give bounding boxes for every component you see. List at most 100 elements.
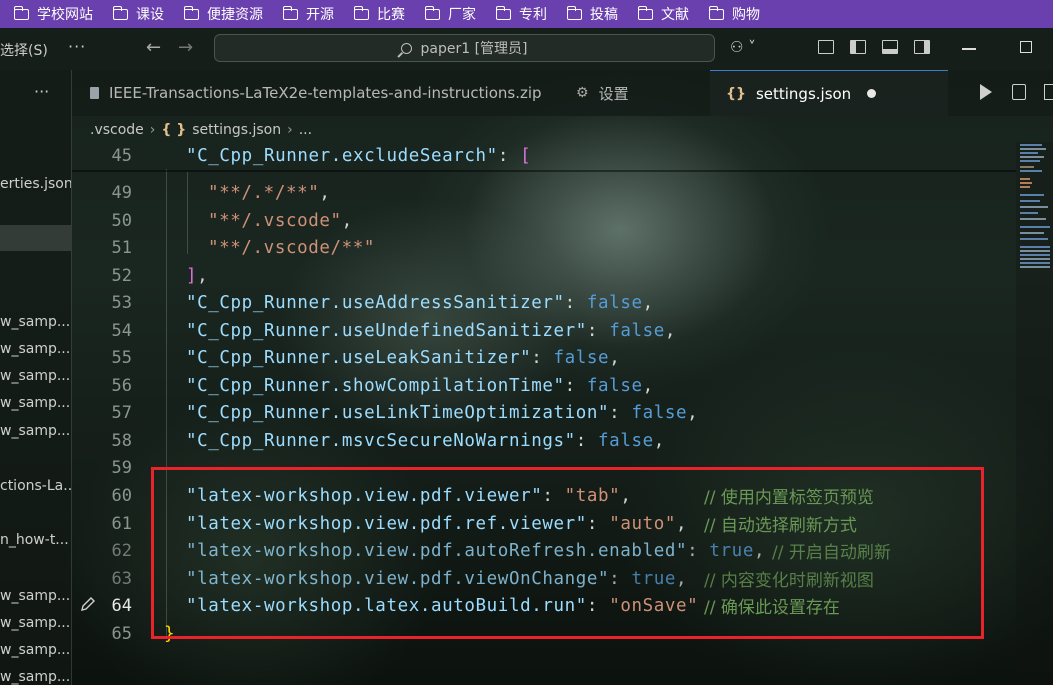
- code-line: 49 "**/.*/**",: [72, 179, 1016, 206]
- more-menu-icon[interactable]: ···: [68, 37, 86, 56]
- json-comma: ,: [609, 347, 621, 368]
- zip-file-icon: [90, 87, 99, 99]
- line-number: 63: [111, 568, 132, 589]
- tab-settings-ui[interactable]: ⚙ 设置: [576, 70, 706, 116]
- explorer-file-item[interactable]: n_how-t...: [0, 532, 69, 548]
- explorer-file-item[interactable]: w_samp...: [0, 368, 70, 384]
- bookmark-label: 课设: [136, 7, 164, 23]
- line-number: 52: [111, 265, 132, 286]
- json-bracket: ]: [186, 265, 198, 286]
- explorer-sidebar: ··· erties.json w_samp... w_samp... w_sa…: [0, 70, 71, 685]
- folder-icon: [566, 5, 582, 20]
- json-comma: ,: [642, 375, 654, 396]
- bookmark-label: 厂家: [448, 7, 476, 23]
- open-preview-icon[interactable]: [1012, 84, 1026, 100]
- toggle-primary-sidebar-icon[interactable]: [850, 40, 866, 54]
- explorer-file-item[interactable]: w_samp...: [0, 341, 70, 357]
- tab-label: IEEE-Transactions-LaTeX2e-templates-and-…: [109, 84, 542, 102]
- line-number: 61: [111, 513, 132, 534]
- bookmark-folder[interactable]: 投稿: [566, 4, 618, 24]
- forward-arrow-icon[interactable]: →: [178, 37, 193, 58]
- bookmark-folder[interactable]: 文献: [637, 4, 689, 24]
- code-line: 58 "C_Cpp_Runner.msvcSecureNoWarnings": …: [72, 427, 1016, 454]
- json-icon: { }: [161, 122, 187, 138]
- tab-settings-json[interactable]: {} settings.json: [710, 70, 948, 116]
- chevron-right-icon: ›: [287, 122, 293, 138]
- search-icon: [401, 42, 413, 54]
- bookmark-label: 学校网站: [37, 7, 93, 23]
- json-comma: ,: [642, 292, 654, 313]
- json-colon: :: [497, 145, 521, 166]
- folder-icon: [495, 5, 511, 20]
- chevron-right-icon: ›: [149, 122, 156, 138]
- code-line: 52 ],: [72, 262, 1016, 289]
- bookmark-folder[interactable]: 专利: [495, 4, 547, 24]
- folder-icon: [353, 5, 369, 20]
- bookmark-folder[interactable]: 学校网站: [13, 4, 93, 24]
- json-boolean: false: [586, 292, 643, 313]
- code-line: 54 "C_Cpp_Runner.useUndefinedSanitizer":…: [72, 317, 1016, 344]
- json-key: "C_Cpp_Runner.useLeakSanitizer": [186, 347, 532, 368]
- explorer-file-item[interactable]: w_samp...: [0, 669, 70, 685]
- explorer-file-item[interactable]: w_samp...: [0, 615, 70, 631]
- json-comma: ,: [664, 320, 677, 341]
- explorer-file-item[interactable]: w_samp...: [0, 395, 70, 411]
- minimap[interactable]: [1016, 142, 1053, 685]
- run-icon[interactable]: [980, 84, 992, 100]
- bookmark-folder[interactable]: 购物: [708, 4, 760, 24]
- json-key: "C_Cpp_Runner.useUndefinedSanitizer": [186, 320, 587, 341]
- bookmark-folder[interactable]: 开源: [282, 4, 334, 24]
- explorer-file-item[interactable]: erties.json: [0, 176, 71, 192]
- line-number: 60: [111, 485, 132, 506]
- explorer-file-item[interactable]: w_samp...: [0, 423, 70, 439]
- json-colon: :: [564, 375, 587, 396]
- command-center-search[interactable]: paper1 [管理员]: [214, 34, 715, 62]
- json-string: "**/.vscode": [208, 210, 342, 231]
- line-number: 53: [111, 292, 132, 313]
- command-center-label: paper1 [管理员]: [420, 41, 528, 57]
- line-number: 57: [111, 402, 132, 423]
- line-number: 55: [111, 347, 132, 368]
- red-annotation-box: [151, 467, 984, 639]
- bookmark-label: 比赛: [377, 7, 405, 23]
- json-colon: :: [609, 402, 632, 423]
- copilot-icon[interactable]: ⚇ ˅: [730, 38, 756, 56]
- explorer-more-icon[interactable]: ···: [34, 82, 49, 101]
- code-line: 45 "C_Cpp_Runner.excludeSearch": [: [72, 142, 1016, 169]
- bookmark-folder[interactable]: 比赛: [353, 4, 405, 24]
- explorer-file-item[interactable]: w_samp...: [0, 588, 70, 604]
- customize-layout-icon[interactable]: [818, 40, 834, 54]
- json-key: "C_Cpp_Runner.useLinkTimeOptimization": [186, 402, 610, 423]
- minimize-icon[interactable]: [962, 48, 976, 50]
- unsaved-dot-icon[interactable]: [867, 89, 877, 98]
- back-arrow-icon[interactable]: ←: [146, 37, 161, 58]
- explorer-file-item[interactable]: w_samp...: [0, 314, 70, 330]
- line-number: 59: [111, 457, 132, 478]
- breadcrumb-file[interactable]: settings.json: [192, 122, 281, 138]
- line-number: 62: [111, 540, 132, 561]
- toggle-secondary-sidebar-icon[interactable]: [914, 40, 930, 54]
- code-line: 56 "C_Cpp_Runner.showCompilationTime": f…: [72, 372, 1016, 399]
- pencil-edit-icon[interactable]: [80, 596, 96, 612]
- selected-explorer-row[interactable]: [0, 225, 71, 251]
- bookmark-folder[interactable]: 厂家: [424, 4, 476, 24]
- breadcrumb-folder[interactable]: .vscode: [90, 122, 144, 138]
- bookmark-folder[interactable]: 课设: [112, 4, 164, 24]
- json-key: "C_Cpp_Runner.msvcSecureNoWarnings": [186, 430, 576, 451]
- explorer-file-item[interactable]: w_samp...: [0, 642, 70, 658]
- explorer-file-item[interactable]: ctions-La...: [0, 478, 71, 494]
- code-line: 51 "**/.vscode/**": [72, 234, 1016, 261]
- gear-icon: ⚙: [576, 85, 589, 101]
- menu-selection[interactable]: 选择(S): [0, 40, 48, 60]
- maximize-icon[interactable]: [1020, 41, 1032, 53]
- bookmark-folder[interactable]: 便捷资源: [183, 4, 263, 24]
- tab-zip-file[interactable]: IEEE-Transactions-LaTeX2e-templates-and-…: [90, 70, 560, 116]
- line-number: 65: [111, 623, 132, 644]
- breadcrumb-symbol[interactable]: ...: [299, 122, 312, 138]
- split-editor-icon[interactable]: [1044, 84, 1053, 100]
- json-string: "**/.vscode/**": [208, 237, 376, 258]
- folder-icon: [13, 5, 29, 20]
- toggle-panel-icon[interactable]: [882, 40, 898, 54]
- folder-icon: [424, 5, 440, 20]
- line-number: 51: [111, 237, 132, 258]
